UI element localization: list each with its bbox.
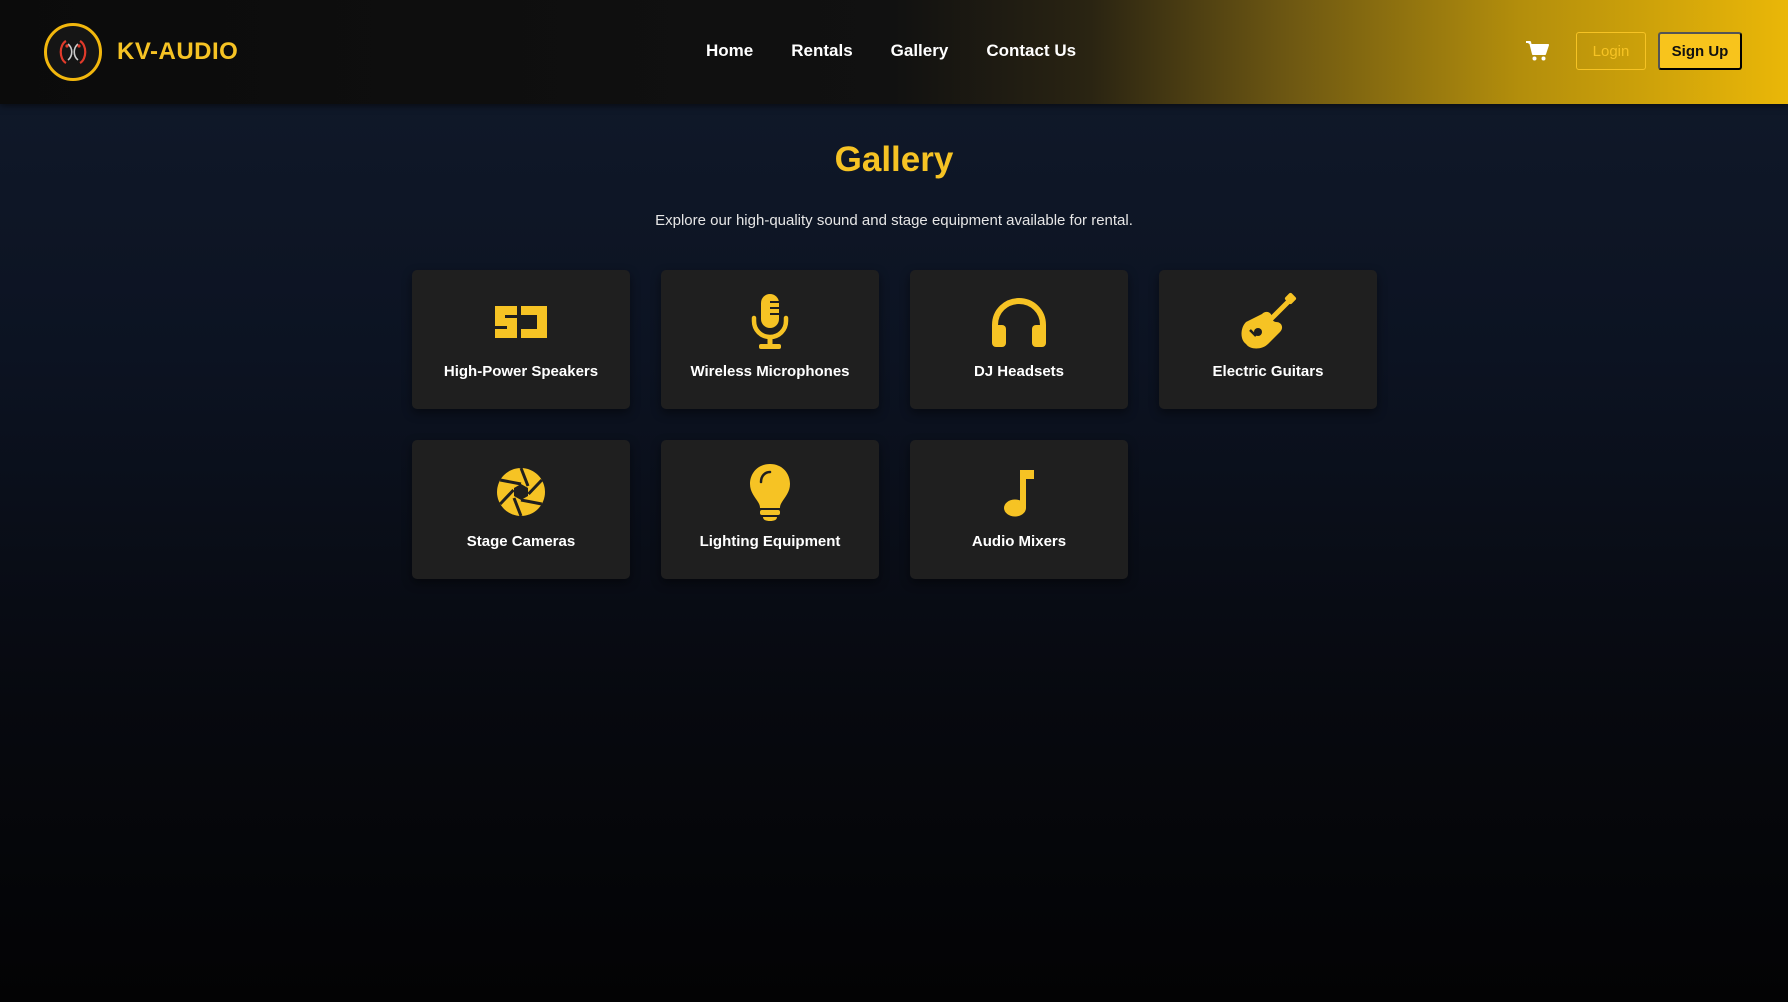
nav-contact-link[interactable]: Contact Us [986, 41, 1076, 61]
gallery-grid: High-Power Speakers Wireless Microphones [412, 270, 1378, 579]
lightbulb-icon [740, 462, 800, 522]
gallery-card-mixers[interactable]: Audio Mixers [910, 440, 1128, 579]
page-title: Gallery [834, 140, 954, 179]
card-label: Audio Mixers [971, 533, 1067, 550]
signup-button[interactable]: Sign Up [1658, 32, 1742, 70]
card-label: Lighting Equipment [699, 533, 841, 550]
speaker-icon [491, 292, 551, 352]
login-button[interactable]: Login [1576, 32, 1646, 70]
card-label: Wireless Microphones [690, 363, 850, 380]
music-note-icon [989, 462, 1049, 522]
card-label: Stage Cameras [466, 533, 576, 550]
camera-aperture-icon [491, 462, 551, 522]
gallery-card-headsets[interactable]: DJ Headsets [910, 270, 1128, 409]
nav-gallery-link[interactable]: Gallery [891, 41, 949, 61]
brand-logo[interactable]: KV-AUDIO [44, 23, 238, 81]
nav-actions: Login Sign Up [1524, 32, 1742, 70]
gallery-card-lighting[interactable]: Lighting Equipment [661, 440, 879, 579]
top-navbar: KV-AUDIO Home Rentals Gallery Contact Us… [0, 0, 1788, 104]
gallery-card-speakers[interactable]: High-Power Speakers [412, 270, 630, 409]
nav-rentals-link[interactable]: Rentals [791, 41, 852, 61]
card-label: High-Power Speakers [443, 363, 599, 380]
brand-name: KV-AUDIO [117, 38, 239, 65]
main-nav: Home Rentals Gallery Contact Us [706, 41, 1076, 61]
cart-icon[interactable] [1524, 38, 1550, 64]
guitar-icon [1238, 292, 1298, 352]
gallery-card-cameras[interactable]: Stage Cameras [412, 440, 630, 579]
gallery-card-guitars[interactable]: Electric Guitars [1159, 270, 1377, 409]
card-label: DJ Headsets [973, 363, 1065, 380]
card-label: Electric Guitars [1212, 363, 1324, 380]
headset-face-logo-icon [44, 23, 102, 81]
page-subtitle: Explore our high-quality sound and stage… [655, 212, 1133, 229]
headphones-icon [989, 292, 1049, 352]
gallery-card-microphones[interactable]: Wireless Microphones [661, 270, 879, 409]
microphone-icon [740, 292, 800, 352]
nav-home-link[interactable]: Home [706, 41, 753, 61]
